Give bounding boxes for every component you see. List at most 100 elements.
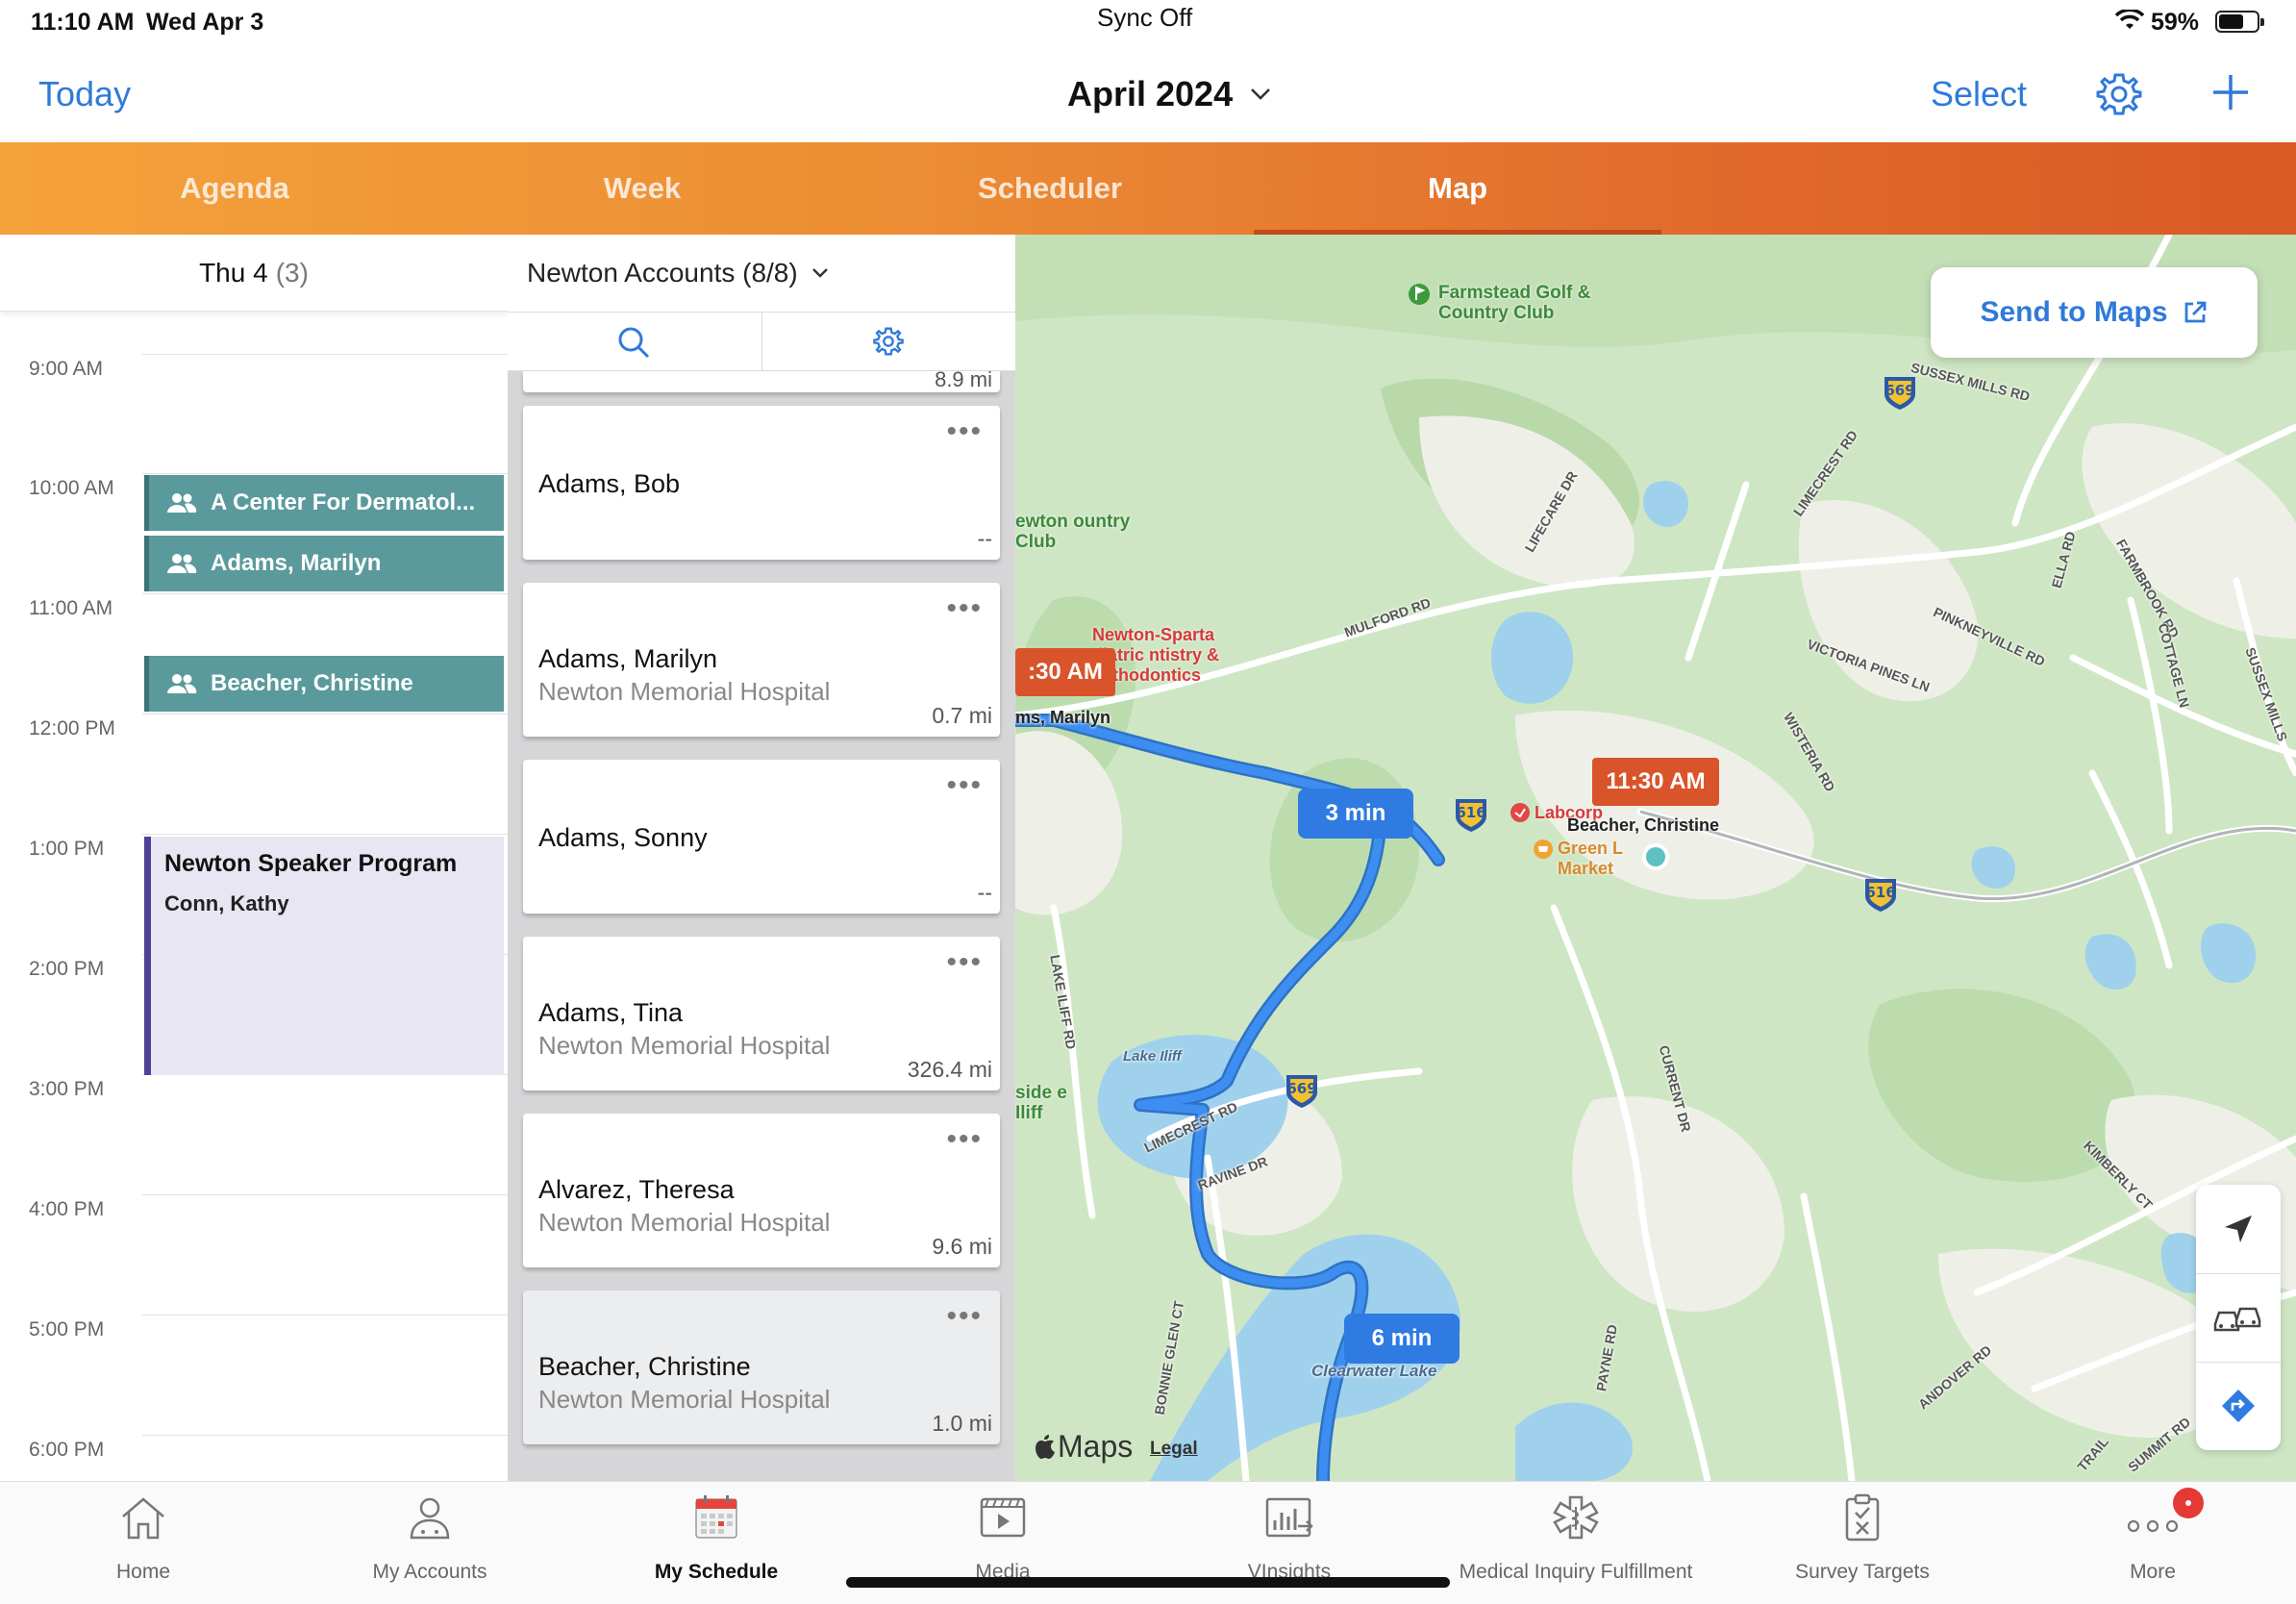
lake-label: Clearwater Lake <box>1311 1362 1437 1380</box>
status-date: Wed Apr 3 <box>146 9 264 36</box>
nav-bar: Today April 2024 Select <box>0 42 2296 142</box>
more-icon <box>2009 1491 2296 1549</box>
bottom-tab-label: More <box>2130 1561 2176 1583</box>
add-button[interactable] <box>2208 69 2254 115</box>
hour-label: 6:00 PM <box>29 1439 105 1461</box>
hour-divider <box>142 354 508 355</box>
traffic-icon[interactable] <box>2196 1273 2281 1362</box>
market-icon <box>1534 840 1553 859</box>
directions-icon[interactable] <box>2196 1362 2281 1450</box>
stop-time: :30 AM <box>1028 659 1103 685</box>
hour-divider <box>142 1315 508 1316</box>
poi-market[interactable]: Green L Market <box>1533 839 1635 879</box>
tab-map[interactable]: Map <box>1254 142 1661 235</box>
bottom-tab-home[interactable]: Home <box>0 1482 287 1604</box>
apple-icon <box>1036 1434 1055 1459</box>
today-button[interactable]: Today <box>38 74 131 114</box>
account-name: Alvarez, Theresa <box>538 1175 735 1204</box>
stop-name: ms, Marilyn <box>1015 708 1111 727</box>
account-org: Newton Memorial Hospital <box>538 1208 831 1237</box>
account-name: Adams, Sonny <box>538 823 708 852</box>
stop-time-badge[interactable]: :30 AM <box>1015 648 1115 696</box>
group-icon <box>166 492 197 514</box>
more-options-icon[interactable]: ••• <box>946 1123 983 1156</box>
svg-text:616: 616 <box>1456 804 1485 821</box>
home-indicator[interactable] <box>846 1577 1450 1588</box>
account-distance: -- <box>977 880 992 905</box>
program-subtitle: Conn, Kathy <box>164 891 289 915</box>
tab-week[interactable]: Week <box>438 142 846 235</box>
account-card-selected[interactable]: ••• Beacher, Christine Newton Memorial H… <box>523 1291 1000 1444</box>
more-options-icon[interactable]: ••• <box>946 592 983 625</box>
tab-scheduler[interactable]: Scheduler <box>846 142 1254 235</box>
event-dermatology[interactable]: A Center For Dermatol... <box>144 475 504 531</box>
sync-status: Sync Off <box>1097 3 1193 32</box>
location-arrow-icon[interactable] <box>2196 1185 2281 1273</box>
account-card[interactable]: ••• Alvarez, Theresa Newton Memorial Hos… <box>523 1114 1000 1267</box>
event-speaker-program[interactable]: Newton Speaker Program Conn, Kathy <box>144 837 504 1075</box>
account-filter[interactable]: Newton Accounts (8/8) <box>508 235 1015 312</box>
apple-maps-logo: Maps <box>1035 1429 1133 1465</box>
bottom-tab-label: Medical Inquiry Fulfillment <box>1459 1561 1693 1583</box>
event-title: Beacher, Christine <box>211 670 413 696</box>
more-options-icon[interactable]: ••• <box>946 946 983 979</box>
hour-label: 4:00 PM <box>29 1198 105 1220</box>
bottom-tab-medical-inquiry[interactable]: Medical Inquiry Fulfillment <box>1433 1482 1719 1604</box>
hour-label: 3:00 PM <box>29 1078 105 1100</box>
account-name: Adams, Marilyn <box>538 644 718 673</box>
tab-agenda[interactable]: Agenda <box>31 142 438 235</box>
more-options-icon[interactable]: ••• <box>946 769 983 802</box>
hour-divider <box>142 593 508 594</box>
group-icon <box>166 673 197 694</box>
account-name: Adams, Tina <box>538 998 684 1027</box>
stop-time-badge[interactable]: 11:30 AM <box>1592 758 1719 806</box>
gear-icon[interactable] <box>2096 71 2142 117</box>
more-options-icon[interactable]: ••• <box>946 1300 983 1333</box>
day-label: Thu 4 <box>199 257 268 288</box>
bottom-tab-my-accounts[interactable]: My Accounts <box>287 1482 573 1604</box>
day-header: Thu 4 (3) <box>0 235 508 312</box>
route-map[interactable]: 669 616 616 669 Farmstead Golf & Country… <box>1015 235 2296 1481</box>
route-time-badge[interactable]: 3 min <box>1298 789 1413 839</box>
account-card[interactable]: ••• Adams, Sonny -- <box>523 760 1000 914</box>
status-bar: 11:10 AM Wed Apr 3 Sync Off 59% <box>0 0 2296 42</box>
poi-golf[interactable]: Farmstead Golf & Country Club <box>1408 283 1621 323</box>
gear-icon[interactable] <box>873 326 904 362</box>
account-name: Adams, Bob <box>538 469 681 498</box>
hour-label: 12:00 PM <box>29 717 115 739</box>
bottom-tab-label: My Accounts <box>372 1561 487 1583</box>
route-time-badge[interactable]: 6 min <box>1344 1314 1460 1364</box>
account-card[interactable]: ••• Adams, Marilyn Newton Memorial Hospi… <box>523 583 1000 737</box>
month-title: April 2024 <box>1067 74 1234 113</box>
tab-label: Week <box>603 171 682 205</box>
account-filter-label: Newton Accounts (8/8) <box>527 258 798 288</box>
hour-divider <box>142 834 508 835</box>
event-beacher-christine[interactable]: Beacher, Christine <box>144 656 504 712</box>
more-options-icon[interactable]: ••• <box>946 415 983 448</box>
route-time: 6 min <box>1371 1325 1433 1351</box>
account-card[interactable]: ••• Adams, Bob -- <box>523 406 1000 560</box>
send-to-maps-label: Send to Maps <box>1980 296 2168 328</box>
bottom-tab-survey-targets[interactable]: Survey Targets <box>1719 1482 2006 1604</box>
event-adams-marilyn[interactable]: Adams, Marilyn <box>144 536 504 591</box>
send-to-maps-button[interactable]: Send to Maps <box>1931 267 2258 358</box>
battery-percent: 59% <box>2151 9 2200 36</box>
legal-link[interactable]: Legal <box>1150 1439 1198 1460</box>
svg-text:669: 669 <box>1286 1080 1316 1097</box>
account-card-partial[interactable]: 8.9 mi <box>523 367 1000 392</box>
medical-icon <box>1433 1491 1719 1549</box>
account-distance: 8.9 mi <box>935 367 992 391</box>
account-name: Beacher, Christine <box>538 1352 751 1381</box>
bottom-tab-my-schedule[interactable]: My Schedule <box>573 1482 860 1604</box>
svg-text:669: 669 <box>1884 382 1914 399</box>
select-button[interactable]: Select <box>1931 74 2027 114</box>
account-card[interactable]: ••• Adams, Tina Newton Memorial Hospital… <box>523 937 1000 1090</box>
program-title: Newton Speaker Program <box>164 850 458 877</box>
day-schedule[interactable]: Thu 4 (3) 9:00 AM 10:00 AM 11:00 AM 12:0… <box>0 235 508 1481</box>
hour-label: 9:00 AM <box>29 358 104 380</box>
month-picker[interactable]: April 2024 <box>1067 74 1271 114</box>
search-icon[interactable] <box>617 326 650 363</box>
hour-label: 5:00 PM <box>29 1318 105 1341</box>
toolbar-divider <box>761 313 762 372</box>
bottom-tab-more[interactable]: More <box>2009 1482 2296 1604</box>
